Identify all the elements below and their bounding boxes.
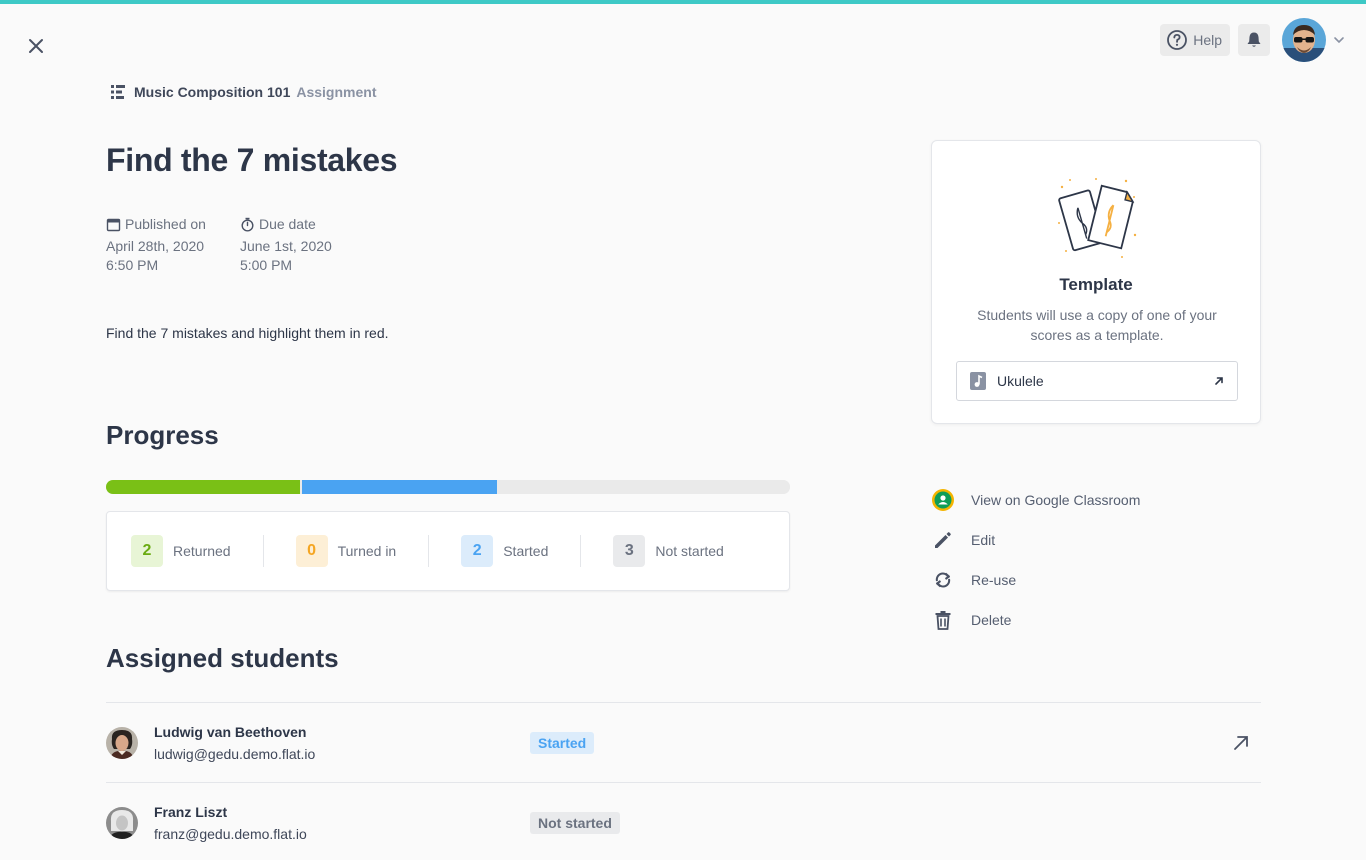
stat-divider xyxy=(428,535,430,567)
pencil-icon xyxy=(931,528,955,552)
breadcrumb: Music Composition 101 Assignment xyxy=(108,82,376,102)
breadcrumb-course[interactable]: Music Composition 101 xyxy=(134,84,290,100)
status-badge: Started xyxy=(530,732,595,754)
due-time: 5:00 PM xyxy=(239,257,293,273)
stat-not-started-label: Not started xyxy=(655,543,724,559)
progress-segment-not-started xyxy=(498,480,790,494)
template-title: Template xyxy=(1059,275,1133,294)
refresh-icon xyxy=(931,568,955,592)
progress-stats-card: 2 Returned 0 Turned in 2 Started 3 Not s… xyxy=(106,511,790,591)
progress-segment-started xyxy=(302,480,497,494)
delete-button[interactable]: Delete xyxy=(931,600,1140,640)
student-email: franz@gedu.demo.flat.io xyxy=(154,825,307,842)
page-title: Find the 7 mistakes xyxy=(106,142,398,178)
published-date: April 28th, 2020 xyxy=(106,238,205,254)
chevron-down-icon xyxy=(1334,37,1344,44)
due-label: Due date xyxy=(258,216,316,232)
published-date-block: Published on April 28th, 2020 6:50 PM xyxy=(106,216,206,275)
help-label: Help xyxy=(1193,32,1222,48)
stat-started[interactable]: 2 Started xyxy=(461,535,548,567)
template-score-name: Ukulele xyxy=(997,373,1044,389)
student-row[interactable]: Ludwig van Beethoven ludwig@gedu.demo.fl… xyxy=(106,702,1261,782)
notifications-button[interactable] xyxy=(1238,24,1270,56)
stat-started-label: Started xyxy=(503,543,549,559)
help-icon xyxy=(1167,30,1188,50)
due-date-block: Due date June 1st, 2020 5:00 PM xyxy=(240,216,332,275)
published-time: 6:50 PM xyxy=(106,257,159,273)
edit-button[interactable]: Edit xyxy=(931,520,1140,560)
student-email: ludwig@gedu.demo.flat.io xyxy=(154,745,316,762)
stat-divider xyxy=(580,535,582,567)
progress-title: Progress xyxy=(106,420,219,450)
status-badge: Not started xyxy=(530,812,620,834)
assignment-actions: View on Google Classroom Edit Re-use Del… xyxy=(931,480,1140,640)
assigned-students-title: Assigned students xyxy=(106,643,339,673)
stat-returned-count: 2 xyxy=(131,535,163,567)
template-description: Students will use a copy of one of your … xyxy=(977,307,1217,343)
student-info: Ludwig van Beethoven ludwig@gedu.demo.fl… xyxy=(154,724,315,762)
assignment-icon xyxy=(111,85,125,99)
reuse-label: Re-use xyxy=(971,572,1017,588)
progress-segment-returned xyxy=(106,480,301,494)
edit-label: Edit xyxy=(971,532,996,548)
template-score-link[interactable]: Ukulele xyxy=(956,361,1238,401)
top-bar: Help xyxy=(1160,18,1346,62)
student-row[interactable]: Franz Liszt franz@gedu.demo.flat.io Not … xyxy=(106,782,1261,860)
open-arrow-icon[interactable] xyxy=(1231,733,1251,753)
stat-divider xyxy=(262,535,264,567)
close-icon xyxy=(29,39,43,53)
breadcrumb-kind: Assignment xyxy=(296,84,377,100)
top-accent-stripe xyxy=(0,0,1366,4)
student-name: Ludwig van Beethoven xyxy=(154,723,307,740)
student-avatar xyxy=(106,726,138,759)
students-list: Ludwig van Beethoven ludwig@gedu.demo.fl… xyxy=(106,702,1261,860)
help-button[interactable]: Help xyxy=(1160,24,1230,56)
stat-not-started[interactable]: 3 Not started xyxy=(613,535,724,567)
bell-icon xyxy=(1247,32,1261,47)
delete-label: Delete xyxy=(971,612,1012,628)
user-avatar xyxy=(1282,18,1326,62)
assignment-dates: Published on April 28th, 2020 6:50 PM Du… xyxy=(106,216,332,275)
stopwatch-icon xyxy=(241,217,254,232)
stat-turned-in-label: Turned in xyxy=(337,543,397,559)
stat-started-count: 2 xyxy=(461,535,494,567)
view-google-classroom-button[interactable]: View on Google Classroom xyxy=(931,480,1140,520)
close-button[interactable] xyxy=(24,34,48,58)
user-menu[interactable] xyxy=(1282,18,1346,62)
stat-turned-in-count: 0 xyxy=(295,535,328,567)
due-date: June 1st, 2020 xyxy=(239,238,332,254)
stat-returned-label: Returned xyxy=(173,543,231,559)
score-icon xyxy=(970,372,986,390)
calendar-icon xyxy=(106,218,121,231)
stat-returned[interactable]: 2 Returned xyxy=(131,535,231,567)
template-illustration-icon xyxy=(1056,177,1138,266)
reuse-button[interactable]: Re-use xyxy=(931,560,1140,600)
google-classroom-icon xyxy=(931,488,955,512)
student-info: Franz Liszt franz@gedu.demo.flat.io xyxy=(154,804,307,842)
assignment-description: Find the 7 mistakes and highlight them i… xyxy=(106,325,389,341)
view-google-classroom-label: View on Google Classroom xyxy=(971,492,1141,508)
template-card: Template Students will use a copy of one… xyxy=(931,140,1261,424)
stat-turned-in[interactable]: 0 Turned in xyxy=(295,535,397,567)
progress-bar xyxy=(106,480,790,494)
trash-icon xyxy=(931,608,955,632)
external-link-icon xyxy=(1215,377,1223,385)
stat-not-started-count: 3 xyxy=(613,535,646,567)
student-avatar xyxy=(106,806,138,839)
student-name: Franz Liszt xyxy=(154,803,228,820)
published-label: Published on xyxy=(125,216,206,232)
